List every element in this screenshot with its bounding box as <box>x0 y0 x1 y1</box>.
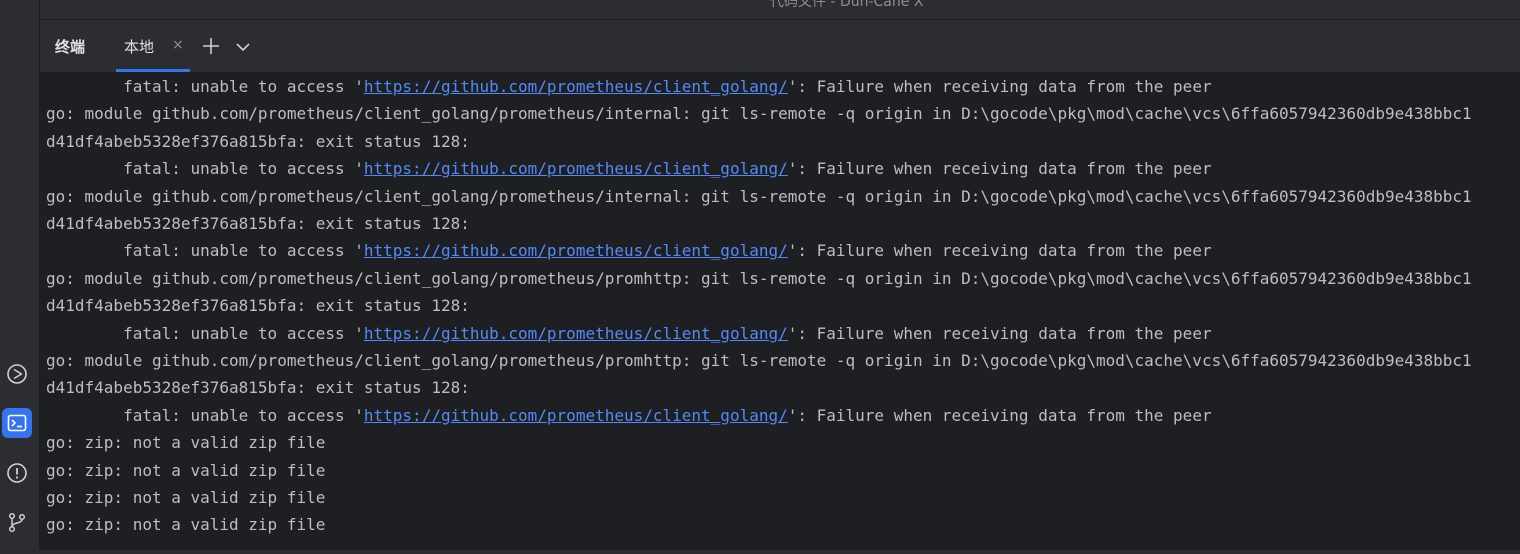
chevron-down-icon[interactable] <box>235 39 251 53</box>
terminal-line: go: module github.com/prometheus/client_… <box>46 265 1472 292</box>
active-tab-indicator <box>116 69 190 72</box>
left-tool-strip <box>0 0 40 554</box>
terminal-line: go: zip: not a valid zip file <box>46 457 325 484</box>
terminal-line: go: module github.com/prometheus/client_… <box>46 183 1472 210</box>
terminal-link[interactable]: https://github.com/prometheus/client_gol… <box>364 406 788 425</box>
terminal-text: go: module github.com/prometheus/client_… <box>46 104 1472 124</box>
terminal-text: go: module github.com/prometheus/client_… <box>46 186 1472 206</box>
terminal-text: go: zip: not a valid zip file <box>46 488 326 507</box>
terminal-text: go: module github.com/prometheus/client_… <box>46 351 1472 370</box>
terminal-text: go: module github.com/prometheus/client_… <box>46 268 1472 288</box>
terminal-link[interactable]: https://github.com/prometheus/client_gol… <box>364 77 788 96</box>
terminal-line: d41df4abeb5328ef376a815bfa: exit status … <box>46 292 470 319</box>
git-icon[interactable] <box>2 507 32 537</box>
terminal-line: go: module github.com/prometheus/client_… <box>46 100 1472 127</box>
terminal-line: fatal: unable to access 'https://github.… <box>46 73 1212 100</box>
terminal-line: go: zip: not a valid zip file <box>46 484 325 511</box>
problems-icon[interactable] <box>2 458 32 488</box>
terminal-text: ': Failure when receiving data from the … <box>787 323 1212 343</box>
terminal-text: ': Failure when receiving data from the … <box>787 405 1212 425</box>
terminal-text: go: zip: not a valid zip file <box>46 515 326 535</box>
terminal-output[interactable]: fatal: unable to access 'https://github.… <box>40 73 1520 550</box>
tab-local[interactable]: 本地 × <box>110 20 190 72</box>
terminal-line: d41df4abeb5328ef376a815bfa: exit status … <box>46 210 470 237</box>
terminal-link[interactable]: https://github.com/prometheus/client_gol… <box>364 159 788 178</box>
terminal-text: d41df4abeb5328ef376a815bfa: exit status … <box>46 378 470 398</box>
terminal-text: go: zip: not a valid zip file <box>46 433 326 453</box>
terminal-text: ': Failure when receiving data from the … <box>787 159 1212 179</box>
terminal-tab-bar: 终端 本地 × <box>40 20 1520 73</box>
terminal-line: fatal: unable to access 'https://github.… <box>46 402 1212 429</box>
terminal-text: fatal: unable to access ' <box>46 159 364 179</box>
terminal-line: go: zip: not a valid zip file <box>46 429 325 456</box>
tab-label: 本地 <box>124 38 155 56</box>
terminal-line: fatal: unable to access 'https://github.… <box>46 155 1212 182</box>
plus-icon[interactable] <box>200 35 222 57</box>
terminal-link[interactable]: https://github.com/prometheus/client_gol… <box>364 324 788 343</box>
terminal-text: d41df4abeb5328ef376a815bfa: exit status … <box>46 296 470 316</box>
terminal-link[interactable]: https://github.com/prometheus/client_gol… <box>364 241 788 260</box>
terminal-text: d41df4abeb5328ef376a815bfa: exit status … <box>46 214 470 233</box>
terminal-icon[interactable] <box>2 408 32 438</box>
terminal-text: fatal: unable to access ' <box>46 323 364 343</box>
terminal-line: fatal: unable to access 'https://github.… <box>46 320 1212 347</box>
terminal-line: d41df4abeb5328ef376a815bfa: exit status … <box>46 374 470 401</box>
terminal-text: fatal: unable to access ' <box>46 241 364 261</box>
terminal-line: fatal: unable to access 'https://github.… <box>46 237 1212 264</box>
terminal-text: ': Failure when receiving data from the … <box>787 77 1212 96</box>
window-title: 代码文件 - Dun-Cane X <box>770 0 924 10</box>
terminal-line: d41df4abeb5328ef376a815bfa: exit status … <box>46 128 470 155</box>
terminal-line: go: zip: not a valid zip file <box>46 511 325 538</box>
close-icon[interactable]: × <box>172 37 184 53</box>
terminal-text: d41df4abeb5328ef376a815bfa: exit status … <box>46 131 470 151</box>
terminal-line: go: module github.com/prometheus/client_… <box>46 347 1472 374</box>
terminal-text: ': Failure when receiving data from the … <box>787 241 1212 261</box>
bottom-edge <box>0 550 1520 554</box>
tool-window-title: 终端 <box>55 38 86 56</box>
terminal-text: fatal: unable to access ' <box>46 77 364 96</box>
title-bar: 代码文件 - Dun-Cane X <box>40 0 1520 20</box>
terminal-text: go: zip: not a valid zip file <box>46 460 326 480</box>
terminal-text: fatal: unable to access ' <box>46 405 364 425</box>
run-icon[interactable] <box>2 359 32 389</box>
